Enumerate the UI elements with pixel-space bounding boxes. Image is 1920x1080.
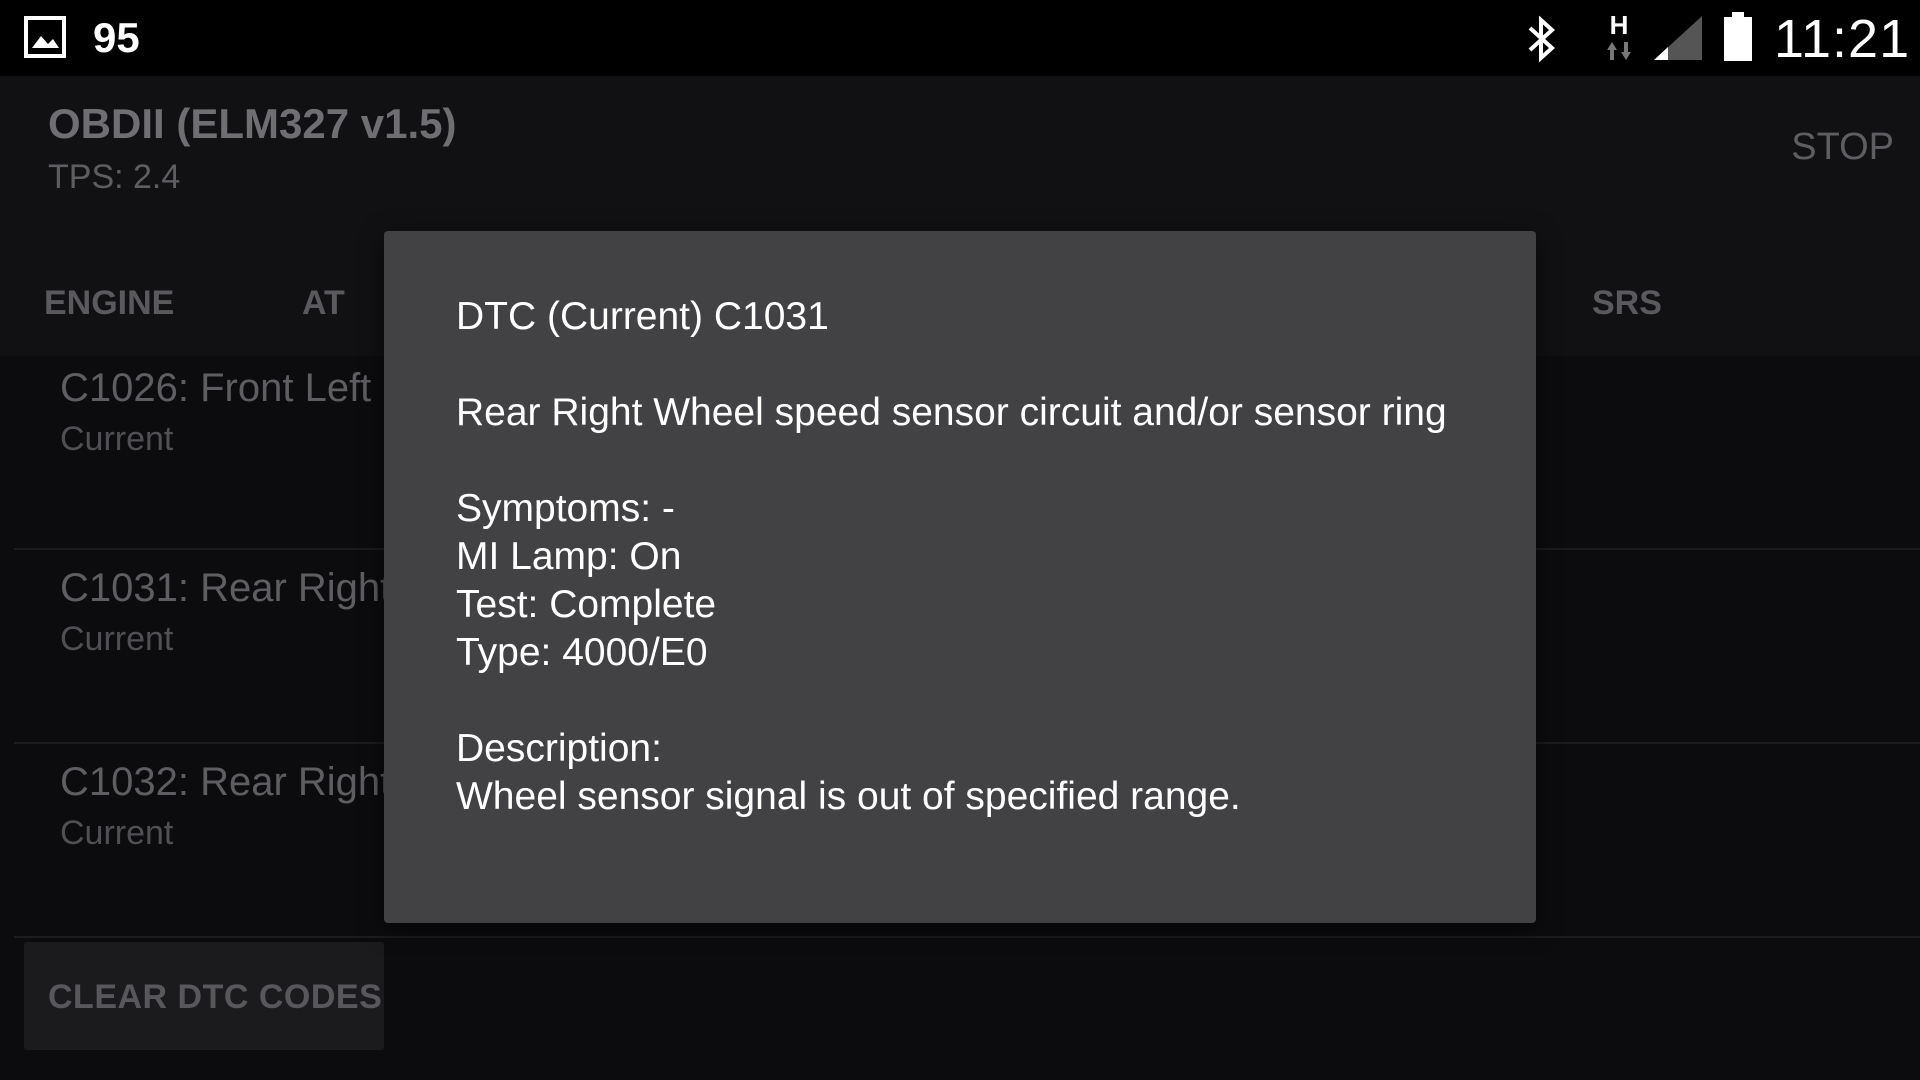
notification-count: 95 — [93, 14, 140, 61]
network-type-icon: H — [1607, 10, 1631, 60]
network-label: H — [1610, 10, 1629, 40]
stop-button[interactable]: STOP — [1791, 126, 1894, 169]
signal-icon — [1654, 16, 1702, 60]
clear-dtc-codes-button[interactable]: CLEAR DTC CODES — [24, 942, 384, 1050]
dialog-title: DTC (Current) C1031 — [456, 295, 829, 338]
status-bar: 95 H 11:21 — [0, 0, 1920, 76]
app-header: OBDII (ELM327 v1.5) TPS: 2.4 STOP — [0, 76, 1920, 226]
tps-readout: TPS: 2.4 — [48, 158, 181, 196]
dialog-body: DTC (Current) C1031 Rear Right Wheel spe… — [456, 293, 1476, 821]
dtc-code: C1026: Front Left — [60, 366, 372, 410]
tab-srs[interactable]: SRS — [1592, 284, 1662, 323]
dtc-description-label: Description: — [456, 727, 662, 770]
tab-at[interactable]: AT — [302, 284, 345, 323]
dtc-description: Wheel sensor signal is out of specified … — [456, 775, 1241, 818]
dtc-state: Current — [60, 814, 174, 852]
dtc-code: C1031: Rear Right — [60, 566, 392, 610]
dtc-type: Type: 4000/E0 — [456, 631, 708, 674]
bluetooth-icon — [1528, 15, 1555, 63]
page-title: OBDII (ELM327 v1.5) — [48, 100, 457, 147]
dtc-symptoms: Symptoms: - — [456, 487, 675, 530]
dtc-state: Current — [60, 420, 174, 458]
battery-icon — [1724, 12, 1752, 61]
clock: 11:21 — [1774, 9, 1911, 69]
dtc-mi-lamp: MI Lamp: On — [456, 535, 682, 578]
dtc-state: Current — [60, 620, 174, 658]
dtc-summary: Rear Right Wheel speed sensor circuit an… — [456, 391, 1447, 434]
clear-dtc-codes-label: CLEAR DTC CODES — [48, 978, 383, 1016]
dtc-code: C1032: Rear Right — [60, 760, 392, 804]
dtc-test: Test: Complete — [456, 583, 717, 626]
dtc-detail-dialog[interactable]: DTC (Current) C1031 Rear Right Wheel spe… — [384, 231, 1536, 923]
tab-engine[interactable]: ENGINE — [44, 284, 174, 323]
image-icon — [24, 16, 66, 58]
